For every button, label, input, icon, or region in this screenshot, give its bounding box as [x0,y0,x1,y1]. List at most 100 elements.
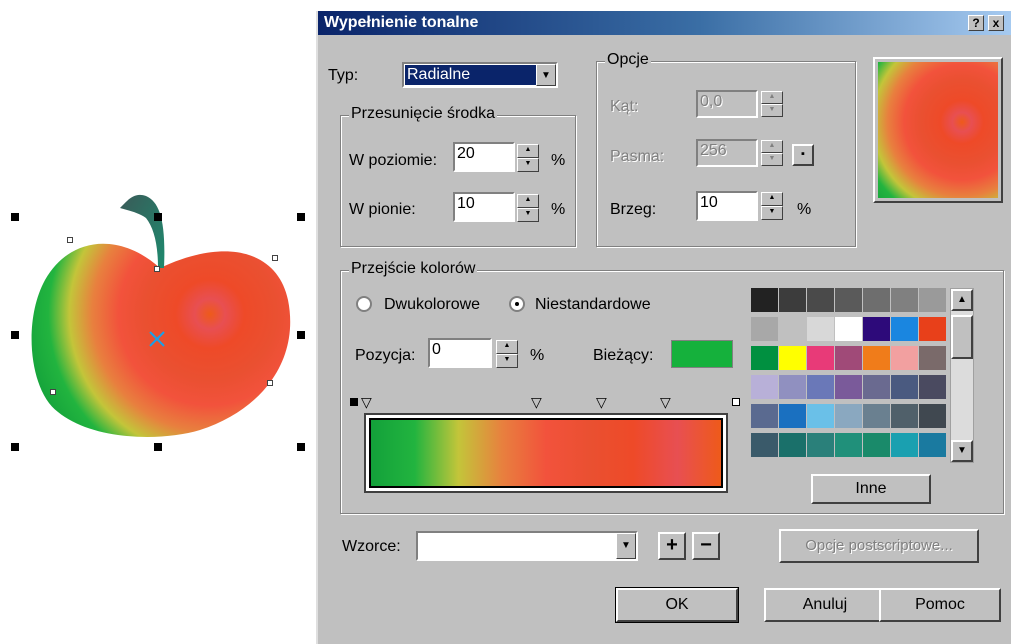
help-title-button[interactable]: ? [968,15,984,31]
palette-swatch[interactable] [863,317,891,342]
palette-swatch[interactable] [919,375,947,400]
vertical-offset-spinner[interactable]: ▲ ▼ [517,194,539,222]
gradient-stop-marker[interactable]: ▽ [660,395,671,409]
spin-down-icon[interactable]: ▼ [517,158,539,172]
postscript-options-button[interactable]: Opcje postscriptowe... [779,529,979,563]
palette-swatch[interactable] [779,288,807,313]
palette-swatch[interactable] [751,346,779,371]
two-color-label[interactable]: Dwukolorowe [384,296,480,314]
color-palette[interactable] [751,288,949,463]
custom-radio[interactable] [509,296,525,312]
path-node[interactable] [67,237,73,243]
drawing-canvas[interactable] [0,0,316,644]
gradient-bar[interactable] [364,413,728,493]
help-button[interactable]: Pomoc [879,588,1001,622]
palette-swatch[interactable] [863,346,891,371]
spin-down-icon[interactable]: ▼ [761,153,783,166]
steps-field[interactable]: 256 [696,139,758,167]
palette-swatch[interactable] [779,433,807,458]
palette-swatch[interactable] [891,288,919,313]
palette-swatch[interactable] [807,288,835,313]
palette-swatch[interactable] [751,375,779,400]
palette-swatch[interactable] [835,404,863,429]
chevron-down-icon[interactable]: ▼ [616,533,636,559]
palette-swatch[interactable] [751,404,779,429]
other-colors-button[interactable]: Inne [811,474,931,504]
palette-swatch[interactable] [919,433,947,458]
palette-swatch[interactable] [807,346,835,371]
palette-swatch[interactable] [779,317,807,342]
palette-swatch[interactable] [751,317,779,342]
path-node[interactable] [50,389,56,395]
fill-preview[interactable] [873,57,1003,203]
horizontal-offset-field[interactable]: 20 [453,142,515,172]
palette-swatch[interactable] [751,288,779,313]
selection-handle[interactable] [154,443,162,451]
presets-select[interactable]: ▼ [416,531,638,561]
palette-swatch[interactable] [807,404,835,429]
palette-swatch[interactable] [919,346,947,371]
palette-swatch[interactable] [835,346,863,371]
chevron-down-icon[interactable]: ▼ [536,64,556,86]
selection-handle[interactable] [11,443,19,451]
palette-swatch[interactable] [835,433,863,458]
palette-swatch[interactable] [919,317,947,342]
palette-swatch[interactable] [835,317,863,342]
spin-up-icon[interactable]: ▲ [517,194,539,208]
selection-handle[interactable] [11,213,19,221]
start-marker[interactable] [350,398,358,406]
selection-handle[interactable] [297,213,305,221]
spin-down-icon[interactable]: ▼ [517,208,539,222]
remove-preset-button[interactable]: − [692,532,720,560]
horizontal-offset-spinner[interactable]: ▲ ▼ [517,144,539,172]
gradient-stop-marker[interactable]: ▽ [596,395,607,409]
palette-swatch[interactable] [807,317,835,342]
palette-swatch[interactable] [919,288,947,313]
type-select[interactable]: Radialne ▼ [402,62,558,88]
palette-swatch[interactable] [835,288,863,313]
palette-swatch[interactable] [751,433,779,458]
two-color-radio[interactable] [356,296,372,312]
end-marker[interactable] [732,398,740,406]
palette-swatch[interactable] [807,433,835,458]
path-node[interactable] [154,266,160,272]
palette-swatch[interactable] [891,433,919,458]
palette-swatch[interactable] [863,288,891,313]
title-bar[interactable]: Wypełnienie tonalne ? x [318,11,1011,35]
spin-down-icon[interactable]: ▼ [496,354,518,368]
path-node[interactable] [267,380,273,386]
scrollbar-thumb[interactable] [951,315,973,359]
path-node[interactable] [272,255,278,261]
vertical-offset-field[interactable]: 10 [453,192,515,222]
palette-swatch[interactable] [891,404,919,429]
palette-swatch[interactable] [919,404,947,429]
position-spinner[interactable]: ▲ ▼ [496,340,518,368]
selection-handle[interactable] [297,443,305,451]
edge-spinner[interactable]: ▲ ▼ [761,192,783,220]
spin-down-icon[interactable]: ▼ [761,206,783,220]
spin-up-icon[interactable]: ▲ [761,192,783,206]
palette-scrollbar[interactable]: ▲ ▼ [950,288,974,463]
spin-up-icon[interactable]: ▲ [517,144,539,158]
edge-field[interactable]: 10 [696,191,758,221]
custom-label[interactable]: Niestandardowe [535,296,651,314]
position-field[interactable]: 0 [428,338,492,368]
selection-handle[interactable] [297,331,305,339]
current-color-swatch[interactable] [671,340,733,368]
spin-up-icon[interactable]: ▲ [496,340,518,354]
spin-down-icon[interactable]: ▼ [761,104,783,117]
gradient-stop-marker[interactable]: ▽ [361,395,372,409]
palette-swatch[interactable] [891,317,919,342]
spin-up-icon[interactable]: ▲ [761,91,783,104]
palette-swatch[interactable] [807,375,835,400]
palette-swatch[interactable] [863,433,891,458]
close-button[interactable]: x [988,15,1004,31]
palette-swatch[interactable] [891,375,919,400]
palette-swatch[interactable] [779,404,807,429]
apple-body[interactable] [31,243,291,437]
selection-handle[interactable] [11,331,19,339]
steps-spinner[interactable]: ▲ ▼ [761,140,783,166]
palette-swatch[interactable] [779,346,807,371]
angle-field[interactable]: 0,0 [696,90,758,118]
palette-swatch[interactable] [863,375,891,400]
